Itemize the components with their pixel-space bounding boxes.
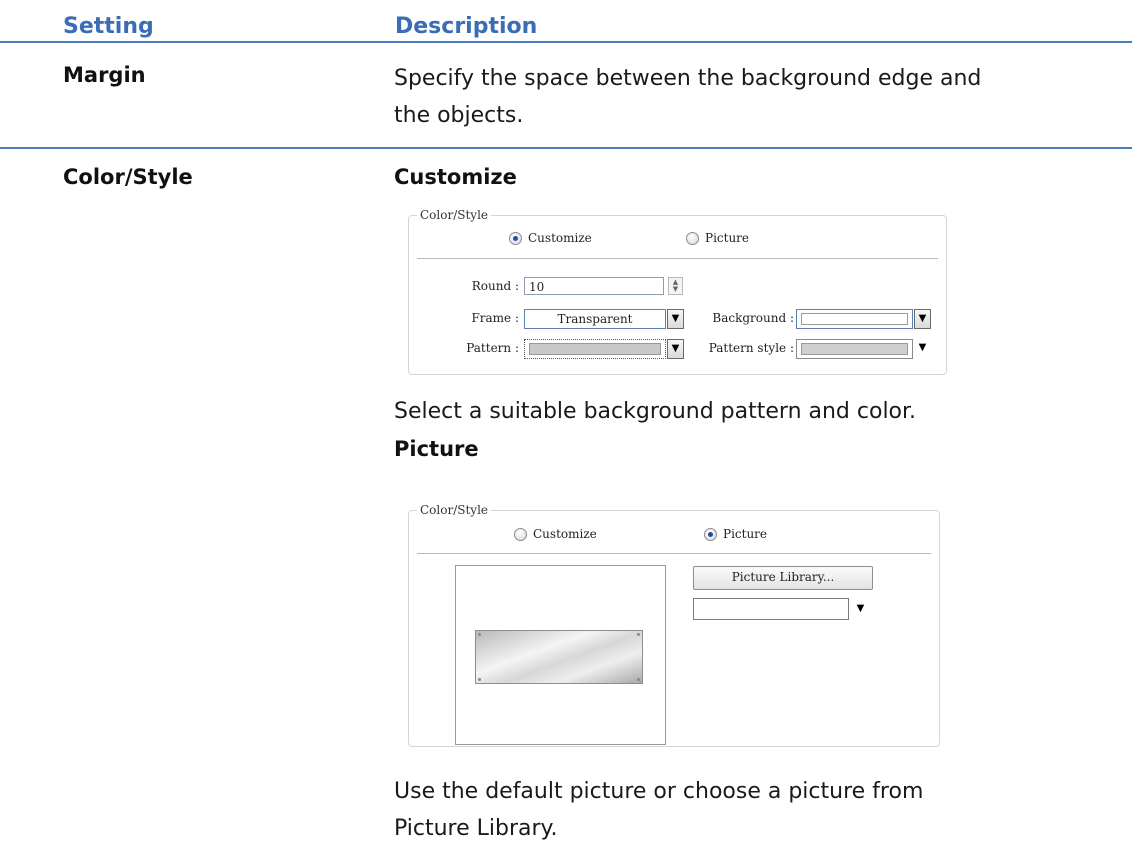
radio-selected-icon [509, 231, 522, 245]
metal-plate-image [475, 630, 643, 684]
pattern-style-swatch [801, 343, 908, 355]
screw-icon [478, 678, 481, 681]
radio-picture[interactable]: Picture [704, 527, 767, 541]
margin-desc-line1: Specify the space between the background… [394, 66, 982, 91]
picture-dropdown[interactable]: ▼ [693, 598, 871, 620]
pattern-dropdown[interactable]: ▼ [524, 339, 684, 359]
group-separator [417, 553, 931, 554]
row-rule [0, 147, 1132, 149]
spin-down-icon: ▼ [672, 285, 679, 293]
pattern-swatch-box [524, 339, 666, 359]
background-label: Background : [712, 311, 794, 325]
header-description: Description [395, 14, 538, 39]
customize-heading: Customize [394, 165, 517, 189]
dropdown-arrow-icon: ▼ [667, 339, 684, 359]
header-setting: Setting [63, 14, 154, 39]
radio-customize[interactable]: Customize [514, 527, 597, 541]
radio-picture-label: Picture [723, 527, 768, 541]
margin-description: Specify the space between the background… [394, 60, 1104, 134]
screw-icon [637, 633, 640, 636]
picture-description: Use the default picture or choose a pict… [394, 773, 1104, 847]
round-spinner[interactable]: ▲ ▼ [668, 277, 683, 295]
picture-desc-line2: Picture Library. [394, 816, 558, 841]
picture-preview [455, 565, 666, 745]
dropdown-arrow-icon: ▼ [856, 603, 865, 614]
background-dropdown[interactable]: ▼ [796, 309, 931, 329]
customize-description: Select a suitable background pattern and… [394, 399, 917, 424]
radio-picture[interactable]: Picture [686, 231, 749, 245]
background-swatch [801, 313, 908, 325]
pattern-style-dropdown[interactable]: ▼ [796, 339, 931, 359]
frame-label: Frame : [471, 311, 519, 325]
radio-unselected-icon [514, 527, 527, 541]
group-legend: Color/Style [417, 503, 492, 517]
dropdown-arrow-icon: ▼ [914, 309, 931, 329]
row-label-color-style: Color/Style [63, 165, 193, 189]
group-separator [417, 258, 938, 259]
header-rule [0, 41, 1132, 43]
screw-icon [637, 678, 640, 681]
color-style-group-customize: Color/Style Customize Picture Round : 10… [408, 208, 947, 375]
round-label: Round : [471, 279, 519, 293]
pattern-swatch [529, 343, 661, 355]
picture-desc-line1: Use the default picture or choose a pict… [394, 779, 924, 804]
pattern-style-swatch-box [796, 339, 913, 359]
round-input[interactable]: 10 [524, 277, 664, 295]
radio-customize-label: Customize [528, 231, 592, 245]
dropdown-arrow-icon: ▼ [918, 342, 927, 353]
pattern-style-label: Pattern style : [708, 341, 794, 355]
picture-dropdown-box [693, 598, 849, 620]
table-header: Setting Description [0, 0, 1132, 42]
frame-value: Transparent [524, 309, 666, 329]
radio-picture-label: Picture [705, 231, 750, 245]
radio-unselected-icon [686, 231, 699, 245]
radio-customize[interactable]: Customize [509, 231, 592, 245]
pattern-label: Pattern : [466, 341, 519, 355]
radio-selected-icon [704, 527, 717, 541]
background-swatch-box [796, 309, 913, 329]
group-legend: Color/Style [417, 208, 492, 222]
radio-customize-label: Customize [533, 527, 597, 541]
margin-desc-line2: the objects. [394, 103, 524, 128]
row-label-margin: Margin [63, 63, 146, 87]
screw-icon [478, 633, 481, 636]
picture-library-button[interactable]: Picture Library... [693, 566, 873, 590]
color-style-group-picture: Color/Style Customize Picture Picture Li… [408, 503, 940, 747]
dropdown-arrow-icon: ▼ [667, 309, 684, 329]
frame-dropdown[interactable]: Transparent ▼ [524, 309, 684, 329]
picture-heading: Picture [394, 437, 479, 461]
